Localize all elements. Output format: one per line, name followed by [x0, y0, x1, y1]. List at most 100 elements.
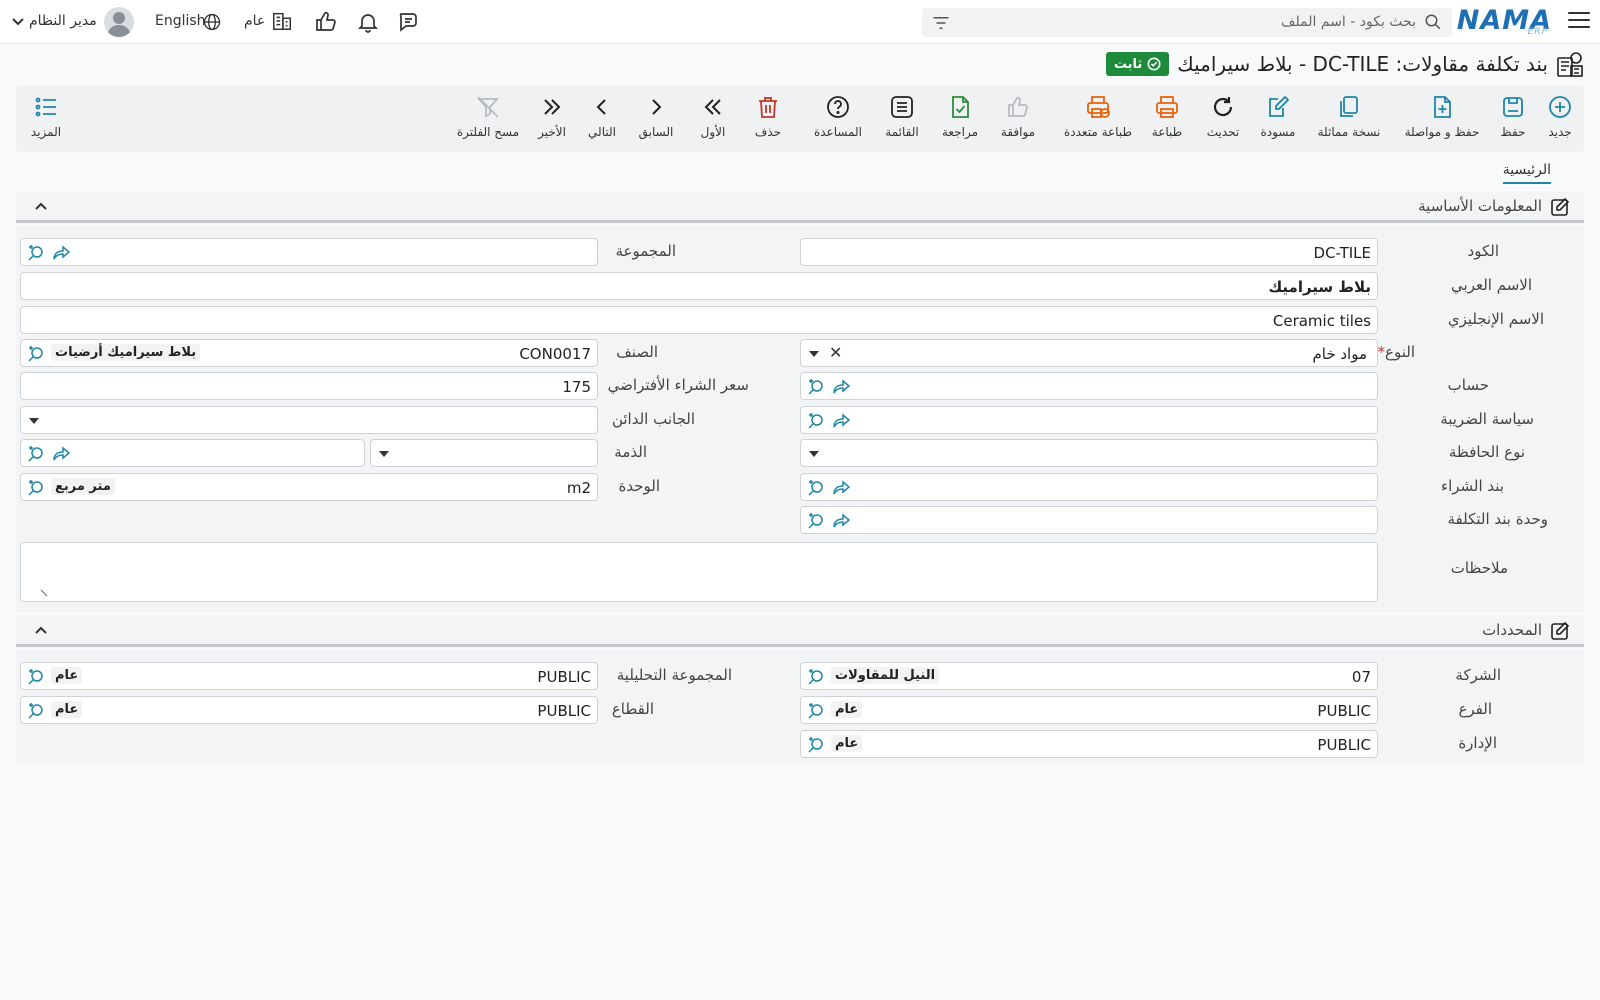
category-label: الصنف [616, 343, 658, 361]
account-label: حساب [1447, 376, 1489, 394]
group-field[interactable] [20, 238, 598, 266]
thumbs-up-icon[interactable] [314, 10, 338, 34]
search-add-icon[interactable] [807, 668, 825, 686]
credit-side-select[interactable] [20, 406, 598, 434]
chat-icon[interactable] [397, 10, 421, 34]
dropdown-arrow-icon[interactable] [379, 451, 389, 457]
last-button[interactable]: الأخير [534, 94, 570, 146]
chevron-up-icon[interactable] [34, 623, 48, 637]
company-icon[interactable] [271, 10, 293, 32]
sector-field[interactable]: PUBLIC عام [20, 696, 598, 724]
search-add-icon[interactable] [27, 479, 45, 497]
help-button[interactable]: المساعدة [812, 94, 864, 146]
multi-print-button[interactable]: طباعة متعددة [1062, 94, 1134, 146]
more-button[interactable]: المزيد [28, 94, 64, 146]
filter-off-icon [477, 96, 499, 118]
save-and-continue-button[interactable]: حفظ و مواصلة [1404, 94, 1480, 146]
list-button[interactable]: القائمة [880, 94, 924, 146]
refresh-button[interactable]: تحديث [1204, 94, 1242, 146]
search-add-icon[interactable] [807, 412, 825, 430]
search-add-icon[interactable] [27, 445, 45, 463]
menu-icon[interactable] [1568, 12, 1590, 30]
dimensions-title: المحددات [1482, 621, 1542, 639]
share-icon[interactable] [833, 413, 851, 429]
arabic-name-field[interactable]: بلاط سيراميك [20, 272, 1378, 300]
liability-label: الذمة [614, 443, 647, 461]
first-button[interactable]: الأول [695, 94, 731, 146]
search-input[interactable]: بحث بكود - اسم الملف [922, 8, 1452, 37]
multi-printer-icon [1087, 96, 1110, 118]
english-name-field[interactable]: Ceramic tiles [20, 306, 1378, 334]
draft-button[interactable]: مسودة [1256, 94, 1300, 146]
share-icon[interactable] [833, 480, 851, 496]
approve-button[interactable]: موافقة [996, 94, 1040, 146]
avatar[interactable] [104, 7, 134, 37]
chevron-down-icon[interactable] [11, 15, 25, 29]
share-icon[interactable] [53, 245, 71, 261]
file-plus-icon [1434, 96, 1451, 118]
save-button[interactable]: حفظ [1491, 94, 1535, 146]
clear-filter-button[interactable]: مسح الفلترة [457, 94, 519, 146]
tab-main[interactable]: الرئيسية [1502, 162, 1551, 184]
resize-handle-icon[interactable] [39, 588, 49, 598]
company-field[interactable]: 07 النيل للمقاولات [800, 662, 1378, 690]
clear-icon[interactable]: ✕ [829, 343, 842, 362]
category-field[interactable]: CON0017 بلاط سيراميك أرضيات [20, 339, 598, 367]
search-add-icon[interactable] [27, 345, 45, 363]
language-switch[interactable]: English [155, 13, 206, 29]
search-add-icon[interactable] [807, 736, 825, 754]
cost-item-unit-field[interactable] [800, 506, 1378, 534]
search-add-icon[interactable] [807, 378, 825, 396]
previous-button[interactable]: السابق [634, 94, 678, 146]
liability-type-select[interactable] [370, 439, 598, 467]
filter-icon[interactable] [932, 15, 950, 31]
dropdown-arrow-icon[interactable] [809, 351, 819, 357]
tax-policy-field[interactable] [800, 406, 1378, 434]
account-field[interactable] [800, 372, 1378, 400]
default-purchase-price-field[interactable]: 175 [20, 372, 598, 400]
notes-label: ملاحظات [1450, 559, 1508, 577]
chevron-left-icon [596, 99, 606, 115]
user-name[interactable]: مدير النظام [29, 13, 97, 29]
review-button[interactable]: مراجعة [938, 94, 982, 146]
department-field[interactable]: PUBLIC عام [800, 730, 1378, 758]
dimensions-section-header[interactable]: المحددات [16, 615, 1584, 647]
edit-icon [1551, 621, 1570, 640]
search-add-icon[interactable] [27, 244, 45, 262]
chevron-up-icon[interactable] [34, 199, 48, 213]
code-field[interactable]: DC-TILE [800, 238, 1378, 266]
share-icon[interactable] [833, 513, 851, 529]
print-button[interactable]: طباعة [1148, 94, 1186, 146]
thumbs-up-icon [1008, 96, 1028, 117]
search-add-icon[interactable] [807, 702, 825, 720]
delete-button[interactable]: حذف [749, 94, 787, 146]
branch-field[interactable]: PUBLIC عام [800, 696, 1378, 724]
share-icon[interactable] [833, 379, 851, 395]
basic-info-section-header[interactable]: المعلومات الأساسية [16, 191, 1584, 223]
search-add-icon[interactable] [807, 479, 825, 497]
credit-side-label: الجانب الدائن [611, 410, 695, 428]
purchase-item-label: بند الشراء [1441, 477, 1504, 495]
search-add-icon[interactable] [27, 668, 45, 686]
app-logo[interactable]: NAMA ERP [1457, 5, 1552, 37]
duplicate-button[interactable]: نسخة مماثلة [1316, 94, 1382, 146]
help-circle-icon [827, 96, 849, 118]
purchase-item-field[interactable] [800, 473, 1378, 501]
search-add-icon[interactable] [27, 702, 45, 720]
unit-field[interactable]: m2 متر مربع [20, 473, 598, 501]
page-title: بند تكلفة مقاولات: DC-TILE - بلاط سيرامي… [1177, 52, 1548, 76]
new-button[interactable]: جديد [1539, 94, 1581, 146]
share-icon[interactable] [53, 446, 71, 462]
dropdown-arrow-icon[interactable] [809, 451, 819, 457]
dropdown-arrow-icon[interactable] [29, 418, 39, 424]
liability-field[interactable] [20, 439, 365, 467]
next-button[interactable]: التالي [584, 94, 620, 146]
wallet-type-select[interactable] [800, 439, 1378, 467]
check-circle-icon [1147, 57, 1161, 71]
bell-icon[interactable] [356, 10, 380, 34]
analysis-group-field[interactable]: PUBLIC عام [20, 662, 598, 690]
search-add-icon[interactable] [807, 512, 825, 530]
type-select[interactable]: مواد خام ✕ [800, 339, 1378, 367]
notes-textarea[interactable] [20, 542, 1378, 602]
company-selector[interactable]: عام [244, 13, 265, 29]
